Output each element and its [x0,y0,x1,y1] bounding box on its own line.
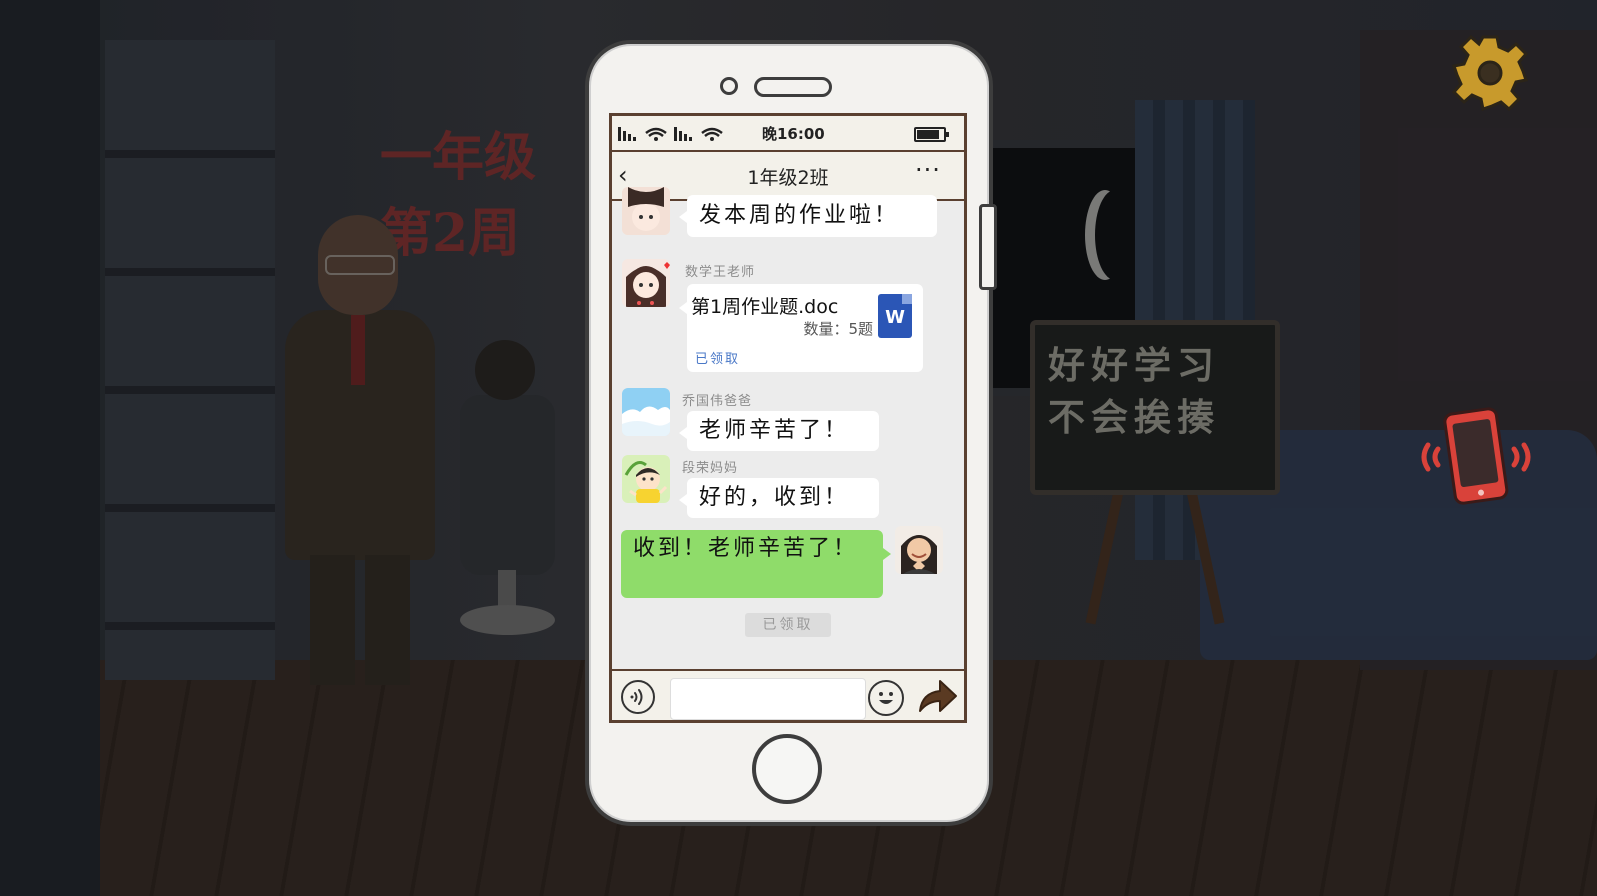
file-count: 数量：5题 [803,320,873,338]
message-bubble[interactable]: 好的，收到！ [679,478,879,518]
more-options-icon[interactable]: ··· [915,156,941,184]
chat-messages[interactable]: 发本周的作业啦！ 数学王老师 第1周作业题.doc 数量：5题 W 已领取 乔国… [612,187,964,667]
battery-icon [914,127,949,142]
avatar-qiao-dad[interactable] [622,388,670,436]
message-bubble[interactable]: 发本周的作业啦！ [679,195,937,237]
word-doc-icon: W [878,294,912,338]
phone-screen: 晚16:00 ‹ 1年级2班 ··· 发本周的作业啦！ 数学王老师 第1周作业题… [609,113,967,723]
avatar-teacher[interactable] [622,187,670,235]
earpiece-speaker [754,77,832,97]
avatar-duan-mom[interactable] [622,455,670,503]
signal-icon [618,127,667,141]
received-notice: 已领取 [745,613,831,637]
status-time: 晚16:00 [762,125,825,143]
phone-device: 晚16:00 ‹ 1年级2班 ··· 发本周的作业啦！ 数学王老师 第1周作业题… [585,40,997,826]
sender-name: 段荣妈妈 [682,461,739,476]
file-received-status: 已领取 [695,352,741,367]
vibrating-phone-icon[interactable] [1414,407,1538,507]
wifi-icon [674,127,723,141]
message-bubble[interactable]: 老师辛苦了！ [679,411,879,451]
file-name: 第1周作业题.doc [691,296,839,318]
side-button [979,204,997,290]
file-attachment[interactable]: 第1周作业题.doc 数量：5题 W 已领取 [679,284,923,372]
message-input[interactable] [670,678,866,720]
sender-name: 乔国伟爸爸 [682,394,753,409]
avatar-self[interactable] [895,526,943,574]
voice-icon[interactable] [621,680,655,714]
emoji-icon[interactable] [868,680,904,716]
chat-title: 1年级2班 [747,167,829,189]
send-arrow-icon[interactable] [916,679,958,715]
sender-name: 数学王老师 [685,265,756,280]
gear-icon[interactable] [1450,33,1530,113]
chat-input-bar [612,669,964,720]
status-bar: 晚16:00 [612,116,964,152]
avatar-math-teacher[interactable] [622,259,670,307]
front-camera [720,77,738,95]
outgoing-message-bubble[interactable]: 收到！老师辛苦了！ [621,530,891,598]
home-button[interactable] [752,734,822,804]
